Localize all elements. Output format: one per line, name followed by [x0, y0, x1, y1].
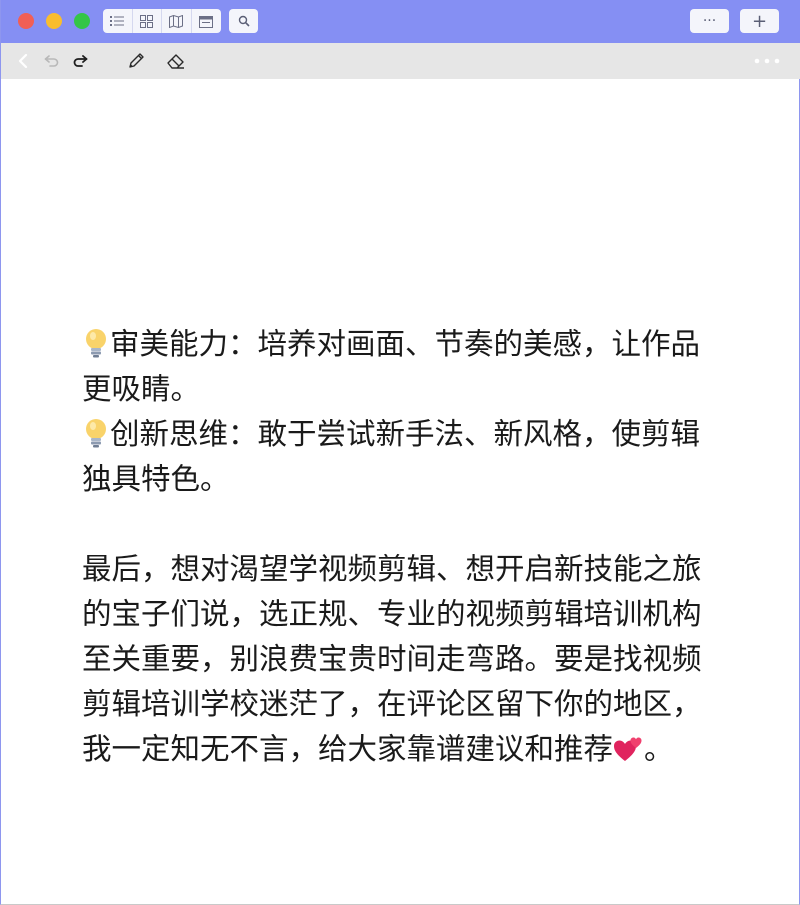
two-hearts-icon — [613, 733, 644, 763]
map-view-icon — [169, 14, 184, 28]
add-button[interactable]: + — [740, 9, 779, 33]
more-label: ··· — [702, 13, 717, 29]
pencil-tool-button[interactable] — [125, 51, 147, 71]
calendar-view-icon — [199, 15, 214, 28]
close-window-button[interactable] — [18, 13, 34, 29]
closing-paragraph: 最后，想对渴望学视频剪辑、想开启新技能之旅的宝子们说，选正规、专业的视频剪辑培训… — [82, 547, 707, 772]
more-options-button[interactable] — [751, 51, 783, 71]
more-button[interactable]: ··· — [690, 9, 729, 33]
undo-icon — [44, 55, 59, 67]
list-view-button[interactable] — [103, 9, 133, 33]
light-bulb-icon — [82, 417, 110, 449]
minimize-window-button[interactable] — [46, 13, 62, 29]
back-icon — [18, 54, 28, 68]
pencil-icon — [129, 53, 144, 68]
edit-toolbar — [1, 43, 800, 79]
search-button[interactable] — [229, 9, 258, 33]
back-button[interactable] — [12, 51, 34, 71]
bullet-aesthetic-text: 审美能力：培养对画面、节奏的美感，让作品更吸睛。 — [82, 327, 701, 406]
redo-button[interactable] — [69, 51, 91, 71]
search-icon — [238, 15, 250, 27]
title-bar: ··· + — [1, 0, 800, 43]
add-label: + — [751, 10, 768, 32]
more-dots-icon — [754, 58, 780, 64]
closing-period: 。 — [644, 732, 674, 766]
list-view-icon — [110, 16, 125, 26]
grid-view-button[interactable] — [133, 9, 162, 33]
eraser-icon — [167, 54, 184, 69]
calendar-view-button[interactable] — [192, 9, 222, 33]
bullet-innovation: 创新思维：敢于尝试新手法、新风格，使剪辑独具特色。 — [82, 412, 707, 502]
note-body[interactable]: 审美能力：培养对画面、节奏的美感，让作品更吸睛。 创新思维：敢于尝试新手法、新风… — [82, 322, 707, 772]
grid-view-icon — [140, 14, 154, 28]
bullet-innovation-text: 创新思维：敢于尝试新手法、新风格，使剪辑独具特色。 — [82, 417, 701, 496]
bullet-aesthetic: 审美能力：培养对画面、节奏的美感，让作品更吸睛。 — [82, 322, 707, 412]
eraser-tool-button[interactable] — [165, 51, 187, 71]
zoom-window-button[interactable] — [74, 13, 90, 29]
redo-icon — [73, 55, 88, 67]
note-window: ··· + 审美能力：培养对画面、节奏的美感，让作品更吸睛。 创新思维：敢于尝试… — [0, 0, 800, 905]
view-switcher — [103, 9, 221, 33]
light-bulb-icon — [82, 327, 110, 359]
map-view-button[interactable] — [162, 9, 192, 33]
undo-button[interactable] — [41, 51, 63, 71]
closing-paragraph-text: 最后，想对渴望学视频剪辑、想开启新技能之旅的宝子们说，选正规、专业的视频剪辑培训… — [82, 552, 702, 766]
